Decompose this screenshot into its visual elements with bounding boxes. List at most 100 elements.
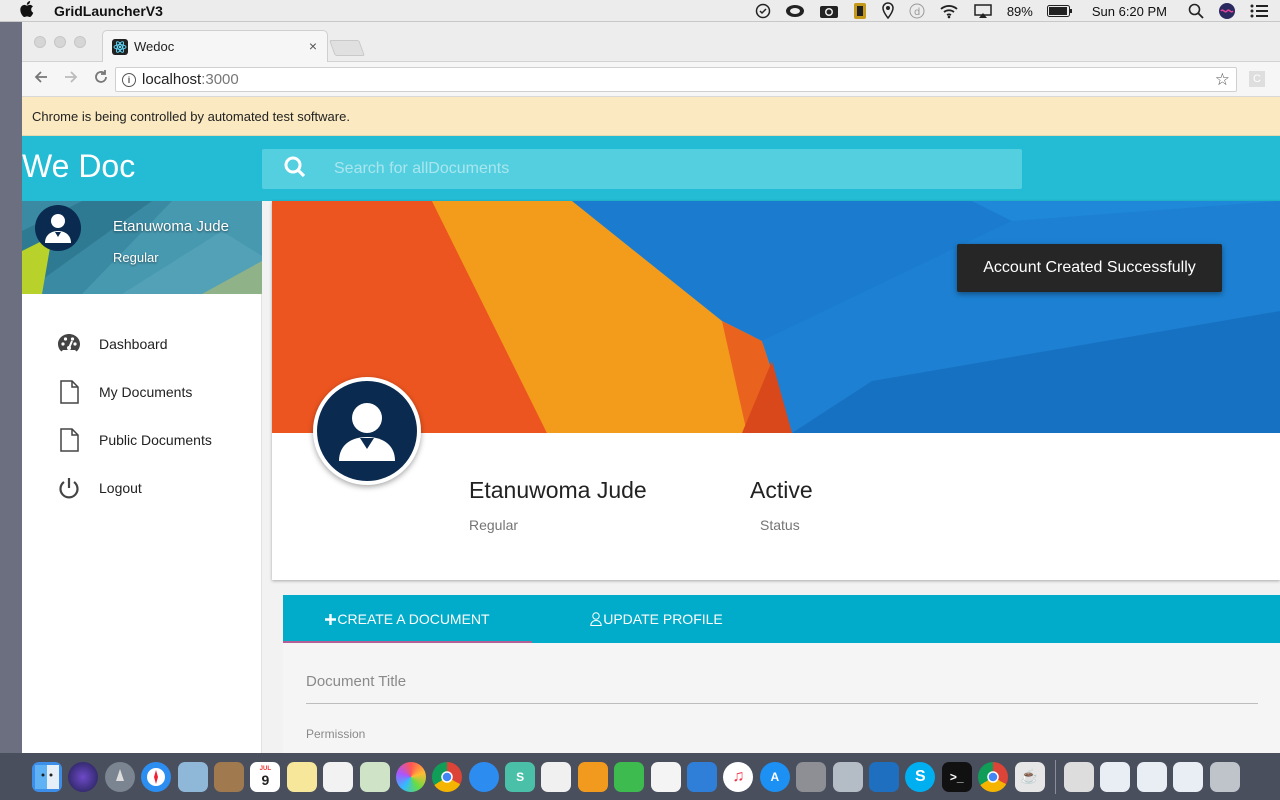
spotlight-icon[interactable] (1188, 3, 1204, 19)
tab-label: CREATE A DOCUMENT (337, 611, 490, 627)
address-bar[interactable]: i localhost:3000 ☆ (115, 67, 1237, 92)
profile-avatar[interactable] (313, 377, 421, 485)
app-store-icon[interactable]: A (759, 761, 790, 792)
sidebar-item-my-documents[interactable]: My Documents (22, 368, 262, 416)
active-app-name[interactable]: GridLauncherV3 (54, 3, 163, 19)
plus-icon (325, 613, 337, 625)
calendar-icon[interactable]: JUL 9 (250, 761, 281, 792)
document-icon (57, 428, 81, 452)
document-tabs-card: CREATE A DOCUMENT UPDATE PROFILE Documen… (283, 595, 1280, 753)
tab-strip: Wedoc × (22, 22, 1280, 62)
cover-background (272, 201, 1280, 433)
document-title-field[interactable]: Document Title (306, 673, 406, 690)
zoom-window-button[interactable] (74, 36, 86, 48)
itunes-icon[interactable]: ♫ (723, 761, 754, 792)
slack-icon[interactable]: S (505, 761, 536, 792)
pdf-document-icon[interactable] (1063, 761, 1094, 792)
power-icon (57, 477, 81, 499)
notification-center-icon[interactable] (1250, 4, 1268, 18)
screenshot-alt-icon[interactable] (1136, 761, 1167, 792)
document-icon (57, 380, 81, 404)
apple-icon[interactable] (20, 0, 38, 21)
close-tab-icon[interactable]: × (309, 38, 317, 54)
search-bar[interactable] (262, 149, 1022, 189)
close-window-button[interactable] (34, 36, 46, 48)
back-icon[interactable] (30, 69, 52, 90)
reminders-icon[interactable] (323, 761, 354, 792)
camera-icon[interactable] (819, 3, 839, 19)
tab-create-document[interactable]: CREATE A DOCUMENT (283, 595, 532, 643)
trash-icon[interactable] (1209, 761, 1240, 792)
notes-icon[interactable] (286, 761, 317, 792)
facetime-icon[interactable] (614, 761, 645, 792)
profile-role: Regular (469, 517, 519, 533)
ibooks-icon[interactable] (577, 761, 608, 792)
site-info-icon[interactable]: i (122, 72, 136, 87)
bookmark-star-icon[interactable]: ☆ (1215, 70, 1230, 90)
sidebar-item-label: Public Documents (99, 432, 212, 448)
numbers-icon[interactable] (650, 761, 681, 792)
sidebar-item-logout[interactable]: Logout (22, 464, 262, 512)
wifi-icon[interactable] (939, 3, 959, 19)
screenshot-icon[interactable] (1100, 761, 1131, 792)
calendar-day: 9 (261, 771, 270, 788)
svg-text:d: d (914, 7, 920, 18)
siri-icon[interactable] (68, 761, 99, 792)
minimize-window-button[interactable] (54, 36, 66, 48)
utility-icon[interactable] (832, 761, 863, 792)
window-controls (34, 36, 86, 48)
tab-label: UPDATE PROFILE (603, 611, 723, 627)
sidebar-item-label: Logout (99, 480, 142, 496)
location-icon[interactable] (881, 2, 895, 20)
java-icon[interactable]: ☕ (1014, 761, 1045, 792)
clock[interactable]: Sun 6:20 PM (1092, 4, 1167, 19)
system-preferences-icon[interactable] (796, 761, 827, 792)
extension-icon[interactable]: C (1249, 71, 1265, 87)
profile-name: Etanuwoma Jude (469, 477, 647, 503)
new-tab-button[interactable] (329, 40, 365, 56)
dashlane-icon[interactable]: d (909, 3, 925, 19)
chrome-alt-icon[interactable] (978, 761, 1009, 792)
maps-icon[interactable] (359, 761, 390, 792)
messages-icon[interactable] (468, 761, 499, 792)
permission-label: Permission (306, 727, 366, 741)
chrome-icon[interactable] (432, 761, 463, 792)
search-icon (262, 156, 306, 183)
skype-icon[interactable]: S (905, 761, 936, 792)
macos-menubar: GridLauncherV3 d 89% Sun 6:20 PM (0, 0, 1280, 22)
creative-cloud-icon[interactable] (785, 4, 805, 18)
tab-bar: CREATE A DOCUMENT UPDATE PROFILE (283, 595, 1280, 643)
brand-logo[interactable]: We Doc (22, 148, 135, 185)
browser-tab[interactable]: Wedoc × (102, 30, 328, 62)
siri-icon[interactable] (1218, 2, 1236, 20)
terminal-icon[interactable]: >_ (941, 761, 972, 792)
check-icon[interactable] (755, 3, 771, 19)
reload-icon[interactable] (90, 69, 112, 90)
sidebar-item-label: Dashboard (99, 336, 168, 352)
battery-app-icon[interactable] (853, 2, 867, 20)
search-input[interactable] (334, 160, 934, 178)
tab-update-profile[interactable]: UPDATE PROFILE (532, 595, 781, 643)
safari-icon[interactable] (141, 761, 172, 792)
contacts-icon[interactable] (213, 761, 244, 792)
url-port: :3000 (201, 71, 239, 88)
sidebar-avatar[interactable] (35, 205, 81, 251)
downloads-stack-icon[interactable] (1173, 761, 1204, 792)
forward-icon[interactable] (60, 69, 82, 90)
textedit-icon[interactable] (541, 761, 572, 792)
success-toast: Account Created Successfully (957, 244, 1222, 292)
photos-icon[interactable] (395, 761, 426, 792)
profile-card: Etanuwoma Jude Regular Active Status Acc… (272, 201, 1280, 580)
sidebar-item-dashboard[interactable]: Dashboard (22, 320, 262, 368)
profile-status-value: Active (750, 477, 813, 503)
sidebar-item-public-documents[interactable]: Public Documents (22, 416, 262, 464)
finder-icon[interactable] (32, 761, 62, 792)
battery-icon[interactable] (1046, 5, 1073, 17)
battery-percent[interactable]: 89% (1007, 4, 1033, 19)
mail-icon[interactable] (177, 761, 208, 792)
vscode-icon[interactable] (868, 761, 899, 792)
launchpad-icon[interactable] (104, 761, 135, 792)
airplay-icon[interactable] (973, 3, 993, 19)
profile-status-label: Status (760, 517, 800, 533)
keynote-icon[interactable] (687, 761, 718, 792)
